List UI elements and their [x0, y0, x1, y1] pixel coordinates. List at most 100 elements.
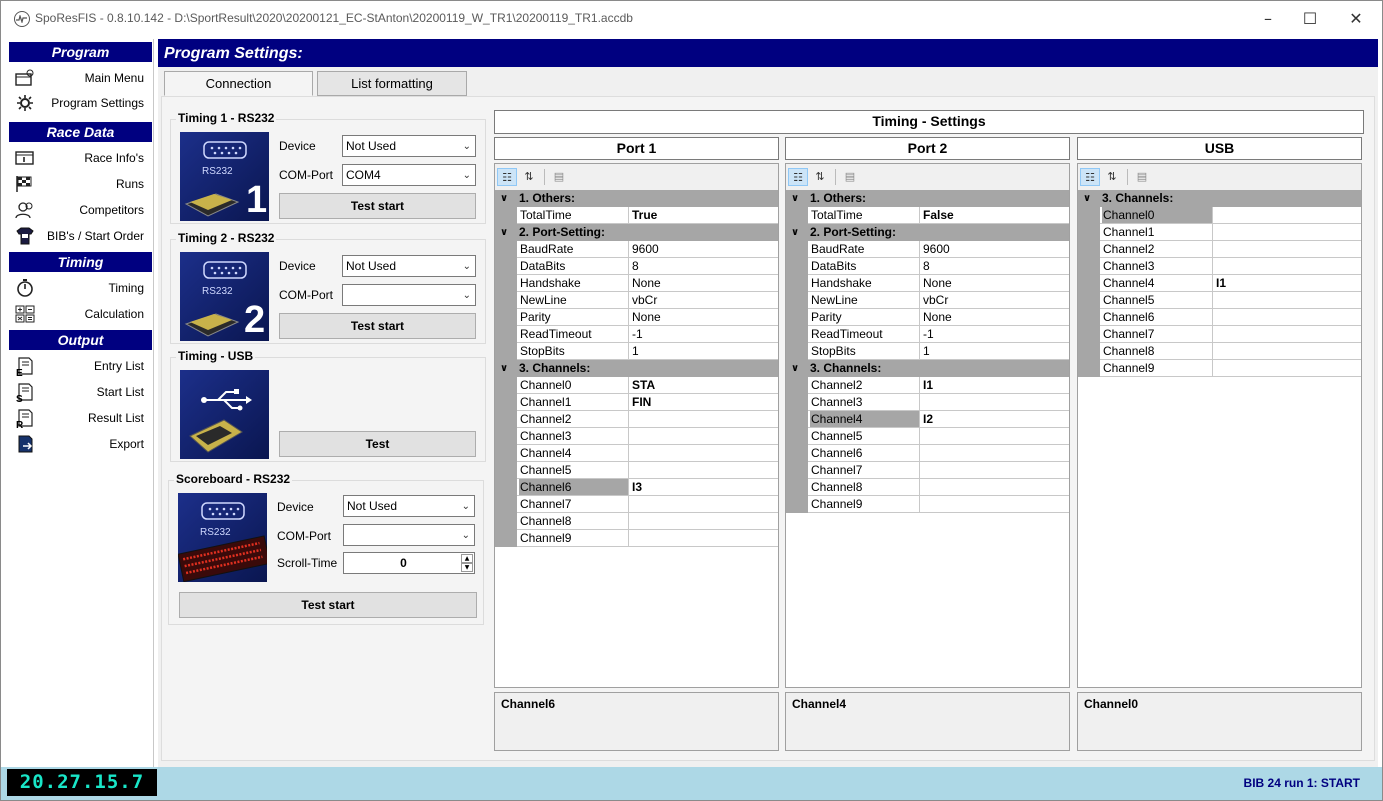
timing2-com-select[interactable]: ⌄: [342, 284, 476, 306]
scoreboard-scroll-time-stepper[interactable]: 0 ▲ ▼: [343, 552, 475, 574]
chevron-down-icon[interactable]: ∨: [1083, 190, 1091, 207]
property-value[interactable]: [628, 513, 778, 529]
chevron-down-icon[interactable]: ∨: [791, 224, 799, 241]
property-value[interactable]: None: [919, 309, 1069, 325]
property-row[interactable]: Channel7: [495, 496, 778, 513]
property-category[interactable]: ∨ 1. Others:: [786, 190, 1069, 207]
property-row[interactable]: Channel3: [1078, 258, 1361, 275]
property-value[interactable]: [1212, 241, 1361, 257]
property-value[interactable]: [919, 445, 1069, 461]
property-row[interactable]: Channel9: [786, 496, 1069, 513]
property-row[interactable]: Channel6: [1078, 309, 1361, 326]
property-row[interactable]: Handshake None: [786, 275, 1069, 292]
scoreboard-device-select[interactable]: Not Used ⌄: [343, 495, 475, 517]
property-value[interactable]: 8: [628, 258, 778, 274]
property-row[interactable]: NewLine vbCr: [786, 292, 1069, 309]
chevron-down-icon[interactable]: ∨: [500, 224, 508, 241]
property-category[interactable]: ∨ 2. Port-Setting:: [786, 224, 1069, 241]
timing1-device-select[interactable]: Not Used ⌄: [342, 135, 476, 157]
sidebar-item-start-list[interactable]: S Start List: [9, 380, 152, 405]
timing1-test-start-button[interactable]: Test start: [279, 193, 476, 219]
property-row[interactable]: Channel6: [786, 445, 1069, 462]
chevron-down-icon[interactable]: ∨: [791, 360, 799, 377]
timing-usb-test-button[interactable]: Test: [279, 431, 476, 457]
property-value[interactable]: -1: [628, 326, 778, 342]
scoreboard-com-select[interactable]: ⌄: [343, 524, 475, 546]
property-row[interactable]: Channel7: [1078, 326, 1361, 343]
scoreboard-test-start-button[interactable]: Test start: [179, 592, 477, 618]
property-value[interactable]: -1: [919, 326, 1069, 342]
sidebar-item-calculation[interactable]: Calculation: [9, 302, 152, 326]
property-row[interactable]: Channel9: [1078, 360, 1361, 377]
tab-list-formatting[interactable]: List formatting: [317, 71, 467, 96]
property-row[interactable]: Channel5: [786, 428, 1069, 445]
property-row[interactable]: Channel2: [1078, 241, 1361, 258]
property-value[interactable]: True: [628, 207, 778, 223]
property-row[interactable]: Channel2: [495, 411, 778, 428]
property-value[interactable]: 8: [919, 258, 1069, 274]
property-row[interactable]: Channel4 I2: [786, 411, 1069, 428]
categorized-view-icon[interactable]: ☷: [497, 168, 517, 186]
property-row[interactable]: DataBits 8: [495, 258, 778, 275]
property-pages-icon[interactable]: ▤: [549, 168, 569, 186]
property-value[interactable]: [628, 530, 778, 546]
property-value[interactable]: [919, 428, 1069, 444]
sidebar-item-race-infos[interactable]: Race Info's: [9, 146, 152, 170]
property-value[interactable]: [1212, 343, 1361, 359]
property-value[interactable]: vbCr: [919, 292, 1069, 308]
property-value[interactable]: STA: [628, 377, 778, 393]
property-value[interactable]: [919, 496, 1069, 512]
property-row[interactable]: Channel7: [786, 462, 1069, 479]
property-value[interactable]: [1212, 207, 1361, 223]
chevron-down-icon[interactable]: ∨: [791, 190, 799, 207]
property-value[interactable]: I1: [1212, 275, 1361, 291]
property-value[interactable]: [919, 394, 1069, 410]
property-value[interactable]: [628, 445, 778, 461]
property-row[interactable]: Channel2 I1: [786, 377, 1069, 394]
property-row[interactable]: Channel0 STA: [495, 377, 778, 394]
property-row[interactable]: Channel3: [495, 428, 778, 445]
sidebar-item-result-list[interactable]: R Result List: [9, 406, 152, 431]
tab-connection[interactable]: Connection: [164, 71, 313, 96]
property-value[interactable]: 1: [919, 343, 1069, 359]
categorized-view-icon[interactable]: ☷: [788, 168, 808, 186]
sidebar-item-runs[interactable]: Runs: [9, 172, 152, 196]
property-value[interactable]: FIN: [628, 394, 778, 410]
property-value[interactable]: [1212, 309, 1361, 325]
timing1-com-select[interactable]: COM4 ⌄: [342, 164, 476, 186]
property-value[interactable]: [1212, 258, 1361, 274]
property-row[interactable]: ReadTimeout -1: [786, 326, 1069, 343]
property-value[interactable]: 9600: [919, 241, 1069, 257]
property-value[interactable]: 9600: [628, 241, 778, 257]
alphabetical-sort-icon[interactable]: ⇅: [519, 168, 539, 186]
sidebar-item-entry-list[interactable]: E Entry List: [9, 354, 152, 379]
stepper-up-icon[interactable]: ▲: [461, 554, 473, 563]
property-row[interactable]: Parity None: [786, 309, 1069, 326]
property-value[interactable]: None: [919, 275, 1069, 291]
property-value[interactable]: [1212, 360, 1361, 376]
timing2-device-select[interactable]: Not Used ⌄: [342, 255, 476, 277]
property-row[interactable]: DataBits 8: [786, 258, 1069, 275]
property-value[interactable]: [628, 496, 778, 512]
stepper-down-icon[interactable]: ▼: [461, 563, 473, 572]
sidebar-item-main-menu[interactable]: Main Menu: [9, 66, 152, 90]
property-row[interactable]: StopBits 1: [786, 343, 1069, 360]
property-row[interactable]: NewLine vbCr: [495, 292, 778, 309]
property-value[interactable]: [628, 462, 778, 478]
property-row[interactable]: TotalTime False: [786, 207, 1069, 224]
property-value[interactable]: I1: [919, 377, 1069, 393]
property-row[interactable]: Channel0: [1078, 207, 1361, 224]
property-row[interactable]: Channel4: [495, 445, 778, 462]
property-row[interactable]: Parity None: [495, 309, 778, 326]
property-row[interactable]: Channel1 FIN: [495, 394, 778, 411]
property-value[interactable]: None: [628, 309, 778, 325]
property-row[interactable]: BaudRate 9600: [495, 241, 778, 258]
chevron-down-icon[interactable]: ∨: [500, 360, 508, 377]
property-row[interactable]: TotalTime True: [495, 207, 778, 224]
property-row[interactable]: BaudRate 9600: [786, 241, 1069, 258]
categorized-view-icon[interactable]: ☷: [1080, 168, 1100, 186]
sidebar-item-export[interactable]: Export: [9, 432, 152, 456]
property-row[interactable]: Channel4 I1: [1078, 275, 1361, 292]
property-row[interactable]: Channel5: [1078, 292, 1361, 309]
property-value[interactable]: False: [919, 207, 1069, 223]
